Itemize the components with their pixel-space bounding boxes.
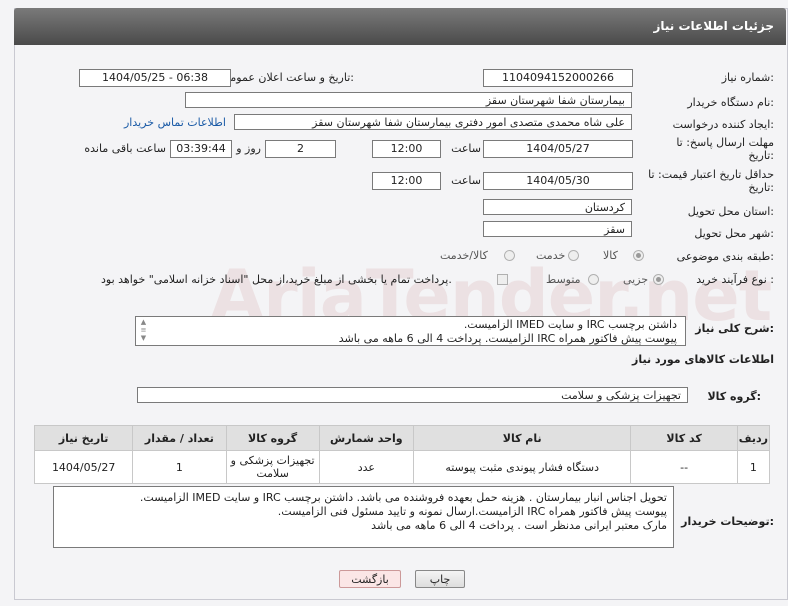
city-field[interactable]: سقز xyxy=(483,221,632,237)
need-number-label: شماره نیاز: xyxy=(721,71,774,84)
price-hour-label: ساعت xyxy=(451,174,481,187)
table-row[interactable]: 1 -- دستگاه فشار پیوندی مثبت پیوسته عدد … xyxy=(33,450,771,484)
price-validity-label: حداقل تاریخ اعتبار قیمت: تا تاریخ: xyxy=(648,168,774,194)
col-row-header: ردیف xyxy=(736,425,771,451)
scroll-grip-icon: ≡ xyxy=(140,326,147,334)
process-medium-radio[interactable] xyxy=(588,274,599,285)
category-both-label: کالا/خدمت xyxy=(440,249,488,262)
requester-label: ایجاد کننده درخواست: xyxy=(672,118,774,131)
category-goods-radio[interactable] xyxy=(633,250,644,261)
goods-group-field[interactable]: تجهیزات پزشکی و سلامت xyxy=(137,387,688,403)
col-group-header: گروه کالا xyxy=(225,425,320,451)
buyer-notes-textarea[interactable]: تحویل اجناس انبار بیمارستان . هزینه حمل … xyxy=(53,486,674,548)
summary-line-2: پیوست پیش فاکتور همراه IRC الزامیست. پرد… xyxy=(338,332,677,345)
buyer-org-field[interactable]: بیمارستان شفا شهرستان سقز xyxy=(185,92,632,108)
category-goods-label: کالا xyxy=(603,249,618,262)
payment-note: پرداخت تمام یا بخشی از مبلغ خرید،از محل … xyxy=(101,273,452,286)
panel-title: جزئیات اطلاعات نیاز xyxy=(653,19,774,33)
notes-line-3: مارک معتبر ایرانی مدنظر است . پرداخت 4 ا… xyxy=(371,519,667,532)
col-unit-header: واحد شمارش xyxy=(318,425,414,451)
send-date-field[interactable]: 1404/05/27 xyxy=(483,140,633,158)
announce-datetime-field[interactable]: 1404/05/25 - 06:38 xyxy=(79,69,231,87)
buyer-notes-label: توضیحات خریدار: xyxy=(681,515,774,528)
send-time-field[interactable]: 12:00 xyxy=(372,140,441,158)
buyer-org-label: نام دستگاه خریدار: xyxy=(687,96,774,109)
requester-field[interactable]: علی شاه محمدی متصدی امور دفتری بیمارستان… xyxy=(234,114,632,130)
cell-row: 1 xyxy=(736,450,771,484)
goods-group-label: گروه کالا: xyxy=(707,390,761,403)
goods-info-heading: اطلاعات کالاهای مورد نیاز xyxy=(632,353,774,366)
cell-code: -- xyxy=(630,450,738,484)
cell-qty: 1 xyxy=(132,450,227,484)
remaining-label: ساعت باقی مانده xyxy=(84,142,166,155)
price-time-field[interactable]: 12:00 xyxy=(372,172,441,190)
items-table: ردیف کد کالا نام کالا واحد شمارش گروه کا… xyxy=(33,425,771,484)
summary-label: شرح کلی نیاز: xyxy=(695,322,774,335)
category-label: طبقه بندی موضوعی: xyxy=(676,250,774,263)
summary-line-1: داشتن برچسب IRC و سایت IMED الزامیست. xyxy=(463,318,677,331)
notes-line-2: پیوست پیش فاکتور همراه IRC الزامیست.ارسا… xyxy=(277,505,667,518)
process-medium-label: متوسط xyxy=(546,273,581,286)
day-and-label: روز و xyxy=(236,142,261,155)
province-label: استان محل تحویل: xyxy=(687,205,774,218)
need-number-field[interactable]: 1104094152000266 xyxy=(483,69,633,87)
process-minor-radio[interactable] xyxy=(653,274,664,285)
scroll-down-icon: ▼ xyxy=(140,334,147,342)
cell-name: دستگاه فشار پیوندی مثبت پیوسته xyxy=(412,450,632,484)
print-button[interactable]: چاپ xyxy=(415,570,465,588)
days-field[interactable]: 2 xyxy=(265,140,336,158)
col-date-header: تاریخ نیاز xyxy=(33,425,134,451)
panel-header: جزئیات اطلاعات نیاز xyxy=(14,8,786,45)
remaining-time-field[interactable]: 03:39:44 xyxy=(170,140,232,158)
process-type-label: نوع فرآیند خرید : xyxy=(696,273,774,286)
notes-line-1: تحویل اجناس انبار بیمارستان . هزینه حمل … xyxy=(139,491,667,504)
category-service-label: خدمت xyxy=(536,249,566,262)
table-header-row: ردیف کد کالا نام کالا واحد شمارش گروه کا… xyxy=(33,425,771,451)
col-name-header: نام کالا xyxy=(412,425,632,451)
summary-scrollbar[interactable]: ▲ ≡ ▼ xyxy=(139,318,148,342)
announce-datetime-label: تاریخ و ساعت اعلان عمومی: xyxy=(221,71,354,84)
cell-group: تجهیزات پزشکی و سلامت xyxy=(225,450,320,484)
cell-unit: عدد xyxy=(318,450,414,484)
col-qty-header: تعداد / مقدار xyxy=(132,425,227,451)
category-service-radio[interactable] xyxy=(568,250,579,261)
scroll-up-icon: ▲ xyxy=(140,318,147,326)
col-code-header: کد کالا xyxy=(630,425,738,451)
buyer-contact-link[interactable]: اطلاعات تماس خریدار xyxy=(124,116,226,129)
province-field[interactable]: کردستان xyxy=(483,199,632,215)
send-hour-label: ساعت xyxy=(451,142,481,155)
price-date-field[interactable]: 1404/05/30 xyxy=(483,172,633,190)
cell-date: 1404/05/27 xyxy=(33,450,134,484)
city-label: شهر محل تحویل: xyxy=(694,227,774,240)
treasury-checkbox[interactable] xyxy=(497,274,508,285)
summary-textarea[interactable]: داشتن برچسب IRC و سایت IMED الزامیست. پی… xyxy=(135,316,686,346)
process-minor-label: جزیی xyxy=(623,273,649,286)
send-deadline-label: مهلت ارسال پاسخ: تا تاریخ: xyxy=(676,136,774,162)
category-both-radio[interactable] xyxy=(504,250,515,261)
back-button[interactable]: بازگشت xyxy=(339,570,401,588)
